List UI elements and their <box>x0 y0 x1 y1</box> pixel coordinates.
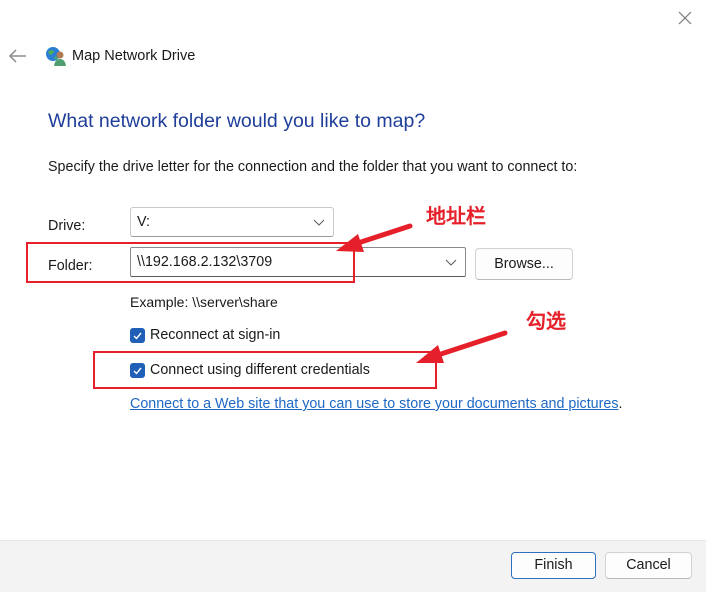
annotation-arrows <box>336 223 508 363</box>
drive-value: V: <box>137 214 150 230</box>
different-credentials-checkbox[interactable]: Connect using different credentials <box>130 360 370 380</box>
network-drive-icon <box>45 45 67 67</box>
back-arrow-icon <box>8 49 26 63</box>
back-button[interactable] <box>6 44 30 68</box>
instruction-text: Specify the drive letter for the connect… <box>48 159 578 175</box>
checkbox-checked-icon[interactable] <box>130 327 145 343</box>
folder-combobox[interactable] <box>130 247 466 277</box>
different-credentials-label: Connect using different credentials <box>150 362 370 378</box>
checkbox-checked-icon[interactable] <box>130 362 145 378</box>
drive-label: Drive: <box>48 218 86 234</box>
folder-label: Folder: <box>48 258 93 274</box>
chevron-down-icon[interactable] <box>445 252 457 272</box>
close-button[interactable] <box>670 4 700 32</box>
reconnect-label: Reconnect at sign-in <box>150 327 281 343</box>
drive-select[interactable]: V: <box>130 207 334 237</box>
address-bar-annotation: 地址栏 <box>426 204 486 228</box>
link-row: Connect to a Web site that you can use t… <box>130 395 622 413</box>
example-text: Example: \\server\share <box>130 294 278 310</box>
chevron-down-icon <box>313 219 325 226</box>
reconnect-checkbox[interactable]: Reconnect at sign-in <box>130 325 280 345</box>
web-site-link[interactable]: Connect to a Web site that you can use t… <box>130 396 619 412</box>
browse-button[interactable]: Browse... <box>475 248 573 280</box>
cancel-button[interactable]: Cancel <box>605 552 692 579</box>
finish-button[interactable]: Finish <box>511 552 596 579</box>
link-suffix: . <box>618 396 623 412</box>
check-annotation: 勾选 <box>526 309 566 333</box>
folder-input[interactable] <box>137 249 427 275</box>
close-icon <box>678 11 692 25</box>
page-heading: What network folder would you like to ma… <box>48 110 426 132</box>
window-title: Map Network Drive <box>72 48 196 64</box>
arrow-to-credentials-icon <box>416 330 508 363</box>
dialog-footer <box>0 540 706 592</box>
